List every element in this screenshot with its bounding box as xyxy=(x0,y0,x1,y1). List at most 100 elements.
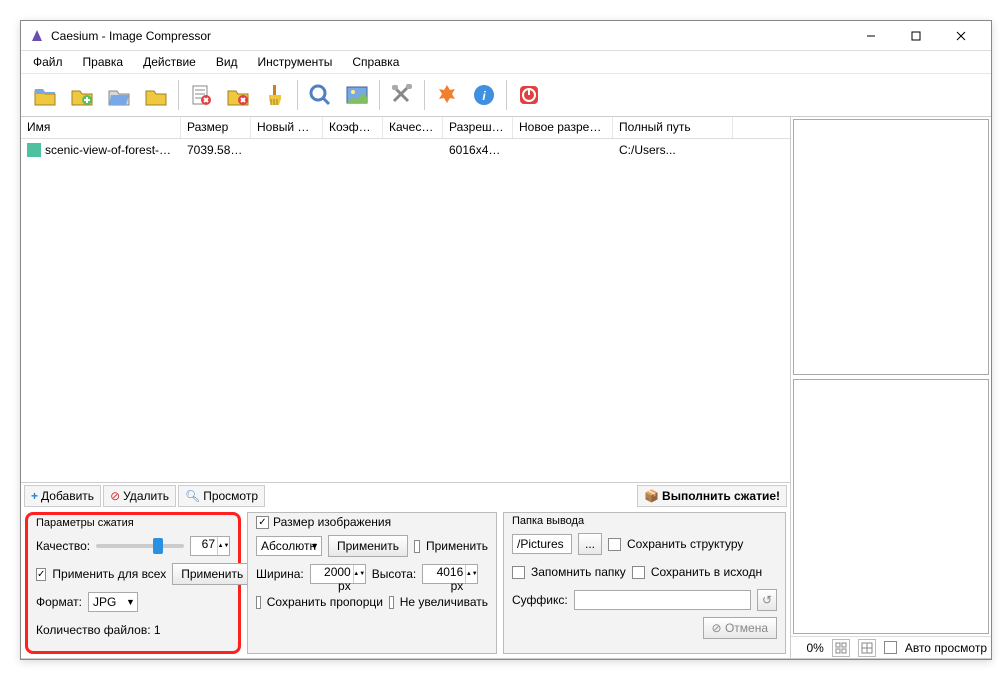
compression-group: Параметры сжатия Качество: 67▲▼ ✓ Примен… xyxy=(25,512,241,654)
update-button[interactable] xyxy=(429,77,465,113)
resize-title: Размер изображения xyxy=(273,515,391,529)
menu-help[interactable]: Справка xyxy=(344,53,407,71)
quality-label: Качество: xyxy=(36,539,90,553)
clean-button[interactable] xyxy=(257,77,293,113)
table-row[interactable]: scenic-view-of-forest-du... 7039.58 Kb 6… xyxy=(21,139,790,161)
suffix-input[interactable] xyxy=(574,590,751,610)
file-icon xyxy=(27,143,41,157)
cell-name: scenic-view-of-forest-du... xyxy=(45,143,181,157)
open-file-button[interactable] xyxy=(27,77,63,113)
menubar: Файл Правка Действие Вид Инструменты Спр… xyxy=(21,51,991,73)
menu-edit[interactable]: Правка xyxy=(75,53,132,71)
keep-ratio-checkbox[interactable] xyxy=(256,596,261,609)
col-newresolution[interactable]: Новое разрешен xyxy=(513,117,613,138)
add-folder-button[interactable] xyxy=(64,77,100,113)
remember-folder-checkbox[interactable] xyxy=(512,566,525,579)
progress-percent: 0% xyxy=(806,641,823,655)
output-title: Папка вывода xyxy=(512,515,777,527)
col-quality[interactable]: Качество xyxy=(383,117,443,138)
close-button[interactable] xyxy=(938,21,983,51)
compress-icon: 📦 xyxy=(644,489,659,503)
no-enlarge-checkbox[interactable] xyxy=(389,596,394,609)
footer: 0% Авто просмотр xyxy=(791,636,991,658)
minimize-button[interactable] xyxy=(848,21,893,51)
format-select[interactable]: JPG▼ xyxy=(88,592,138,612)
save-list-button[interactable] xyxy=(138,77,174,113)
apply-quality-button[interactable]: Применить xyxy=(172,563,252,585)
info-button[interactable]: i xyxy=(466,77,502,113)
preview-original xyxy=(793,119,989,375)
apply-resize-label: Применить xyxy=(426,539,488,553)
remember-folder-label: Запомнить папку xyxy=(531,565,626,579)
output-path-input[interactable]: /Pictures xyxy=(512,534,572,554)
cell-newsize xyxy=(251,148,323,152)
open-folder-button[interactable] xyxy=(101,77,137,113)
zoom-actual-icon[interactable] xyxy=(858,639,876,657)
apply-all-label: Применить для всех xyxy=(52,567,166,581)
cell-path: C:/Users... xyxy=(613,141,733,159)
exit-button[interactable] xyxy=(511,77,547,113)
file-table: Имя Размер Новый разм Коэффици Качество … xyxy=(21,117,790,482)
save-source-checkbox[interactable] xyxy=(632,566,645,579)
quality-spinner[interactable]: 67▲▼ xyxy=(190,536,230,556)
menu-view[interactable]: Вид xyxy=(208,53,246,71)
compression-title: Параметры сжатия xyxy=(36,517,230,529)
suffix-reset-button[interactable]: ↺ xyxy=(757,589,777,611)
image-preview-button[interactable] xyxy=(339,77,375,113)
cell-size: 7039.58 Kb xyxy=(181,141,251,159)
save-source-label: Сохранить в исходн xyxy=(651,565,762,579)
resize-enable-checkbox[interactable]: ✓ xyxy=(256,516,269,529)
col-resolution[interactable]: Разрешени xyxy=(443,117,513,138)
menu-file[interactable]: Файл xyxy=(25,53,71,71)
col-path[interactable]: Полный путь xyxy=(613,117,733,138)
suffix-label: Суффикс: xyxy=(512,593,568,607)
compress-button[interactable]: 📦Выполнить сжатие! xyxy=(637,485,787,507)
col-newsize[interactable]: Новый разм xyxy=(251,117,323,138)
height-spinner[interactable]: 4016 px▲▼ xyxy=(422,564,478,584)
zoom-fit-icon[interactable] xyxy=(832,639,850,657)
col-ratio[interactable]: Коэффици xyxy=(323,117,383,138)
quality-slider[interactable] xyxy=(96,544,184,548)
no-enlarge-label: Не увеличивать xyxy=(400,595,488,609)
forbidden-icon: ⊘ xyxy=(110,489,120,503)
delete-button[interactable]: ⊘Удалить xyxy=(103,485,176,507)
keep-structure-label: Сохранить структуру xyxy=(627,537,743,551)
window-title: Caesium - Image Compressor xyxy=(51,29,848,43)
output-group: Папка вывода /Pictures ... Сохранить стр… xyxy=(503,512,786,654)
col-name[interactable]: Имя xyxy=(21,117,181,138)
col-size[interactable]: Размер xyxy=(181,117,251,138)
apply-resize-checkbox[interactable] xyxy=(414,540,420,553)
cell-quality xyxy=(383,148,443,152)
preview-compressed xyxy=(793,379,989,635)
preview-button[interactable] xyxy=(302,77,338,113)
width-spinner[interactable]: 2000 px▲▼ xyxy=(310,564,366,584)
clear-folder-button[interactable] xyxy=(220,77,256,113)
resize-group: ✓Размер изображения Абсолютн▼ Применить … xyxy=(247,512,497,654)
settings-button[interactable] xyxy=(384,77,420,113)
preview-list-button[interactable]: 🔍︎Просмотр xyxy=(178,485,265,507)
preview-panel: 0% Авто просмотр xyxy=(791,117,991,658)
remove-file-button[interactable] xyxy=(183,77,219,113)
add-button[interactable]: +Добавить xyxy=(24,485,101,507)
format-label: Формат: xyxy=(36,595,82,609)
maximize-button[interactable] xyxy=(893,21,938,51)
menu-action[interactable]: Действие xyxy=(135,53,204,71)
cancel-button[interactable]: ⊘ Отмена xyxy=(703,617,777,639)
cell-ratio xyxy=(323,148,383,152)
file-count-label: Количество файлов: 1 xyxy=(36,623,161,637)
resize-mode-select[interactable]: Абсолютн▼ xyxy=(256,536,322,556)
browse-button[interactable]: ... xyxy=(578,533,602,555)
forbidden-icon: ⊘ xyxy=(712,621,722,635)
magnifier-icon: 🔍︎ xyxy=(185,489,200,503)
apply-all-checkbox[interactable]: ✓ xyxy=(36,568,46,581)
cell-newres xyxy=(513,148,613,152)
height-label: Высота: xyxy=(372,567,417,581)
plus-icon: + xyxy=(31,489,38,503)
auto-preview-label: Авто просмотр xyxy=(905,641,987,655)
menu-tools[interactable]: Инструменты xyxy=(250,53,341,71)
titlebar: Caesium - Image Compressor xyxy=(21,21,991,51)
cell-res: 6016x4016 xyxy=(443,141,513,159)
keep-structure-checkbox[interactable] xyxy=(608,538,621,551)
apply-resize-button[interactable]: Применить xyxy=(328,535,408,557)
auto-preview-checkbox[interactable] xyxy=(884,641,897,654)
